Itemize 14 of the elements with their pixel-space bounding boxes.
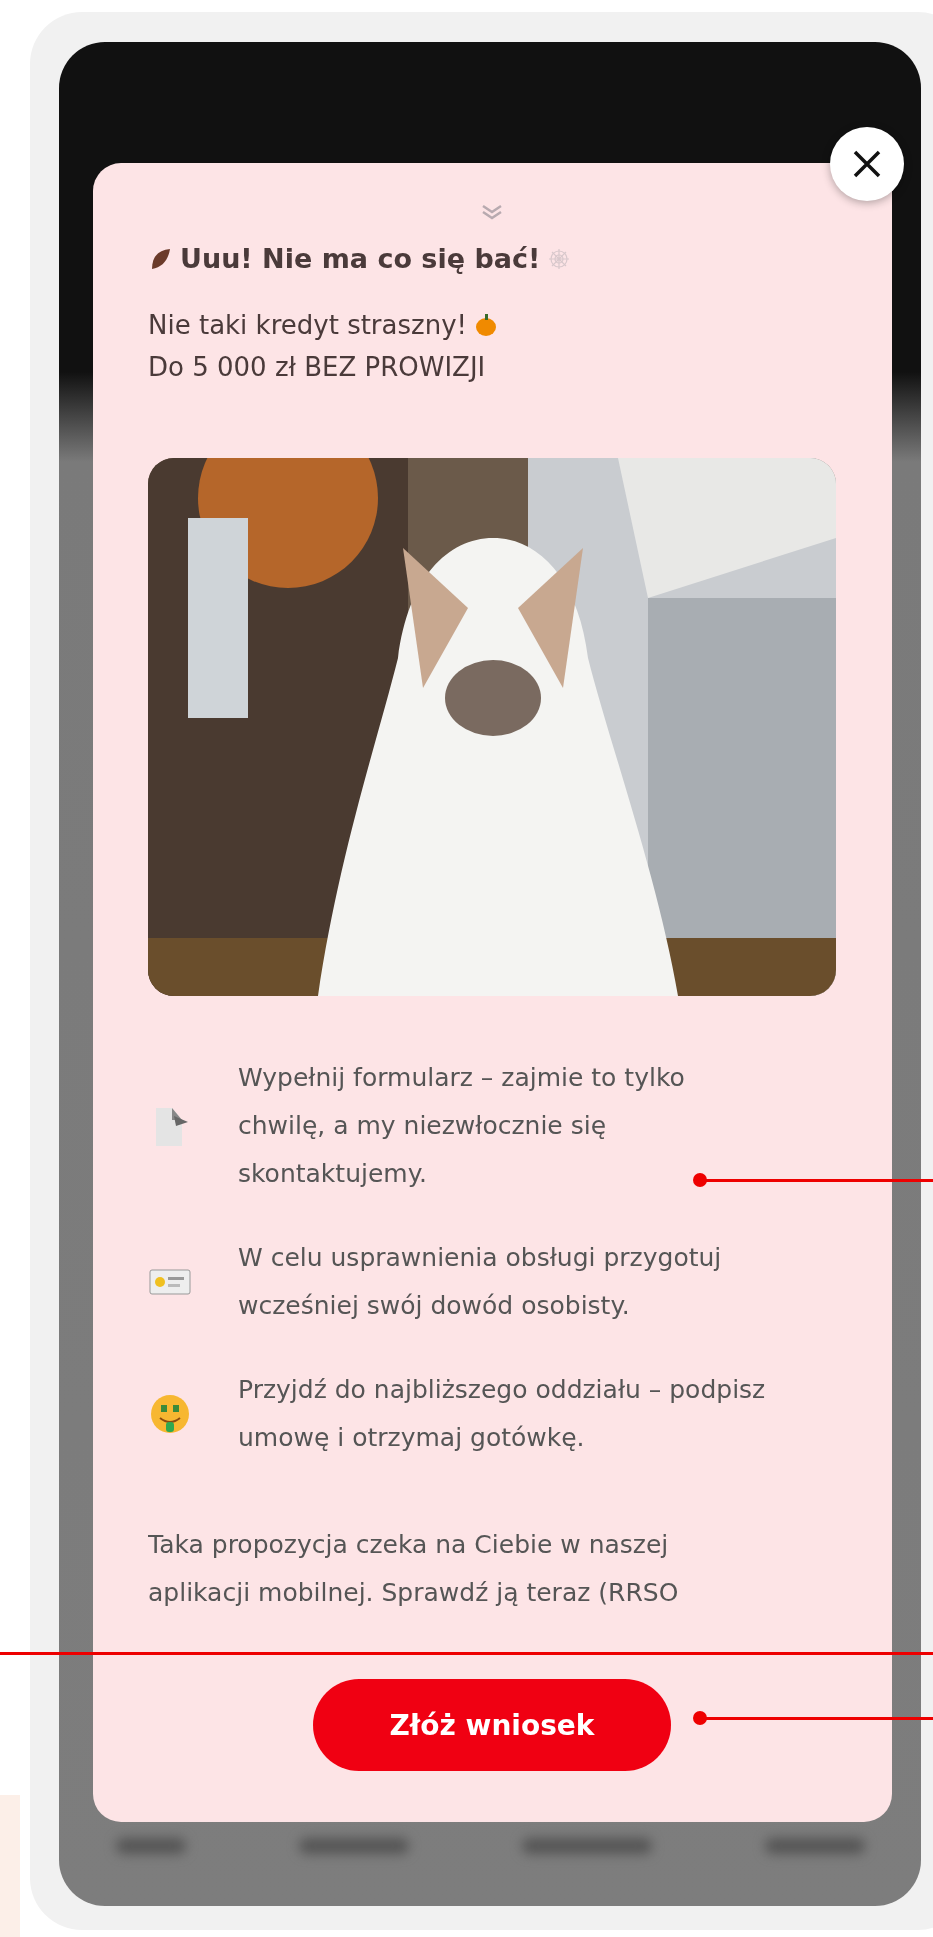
spiderweb-icon — [548, 247, 571, 270]
chevron-down-icon — [480, 203, 504, 221]
offer-text: Do 5 000 zł BEZ PROWIZJI — [148, 351, 487, 384]
blurred-tab-label — [115, 1838, 186, 1854]
step-text: Przyjdź do najbliższego oddziału – podpisz umowę i otrzymaj gotówkę. — [238, 1374, 767, 1454]
info-text: Taka propozycja czeka na Ciebie w naszej aplikacji mobilnej. Sprawdź ją teraz (RRSO — [148, 1529, 680, 1609]
step-text: W celu usprawnienia obsługi przygotuj wcześniej swój dowód osobisty. — [238, 1242, 723, 1322]
close-icon — [852, 149, 882, 179]
pumpkin-icon — [475, 313, 497, 337]
step-text: Wypełnij formularz – zajmie to tylko chwilę, a my niezwłocznie się skontaktujemy. — [238, 1062, 686, 1190]
modal-title: Uuu! Nie ma co się bać! — [180, 243, 541, 274]
apply-button[interactable]: Złóż wniosek — [313, 1679, 671, 1771]
money-face-icon — [148, 1392, 192, 1436]
subtitle: Nie taki kredyt straszny! — [148, 309, 467, 342]
